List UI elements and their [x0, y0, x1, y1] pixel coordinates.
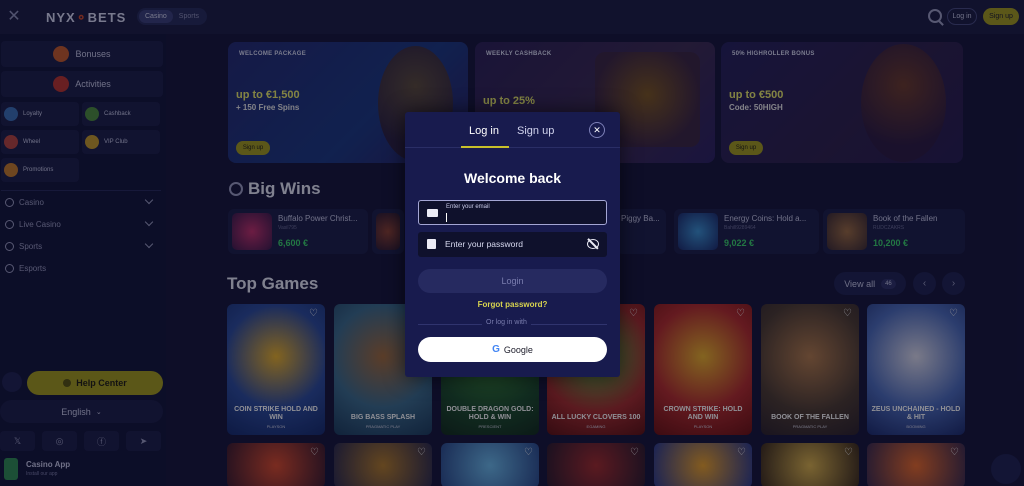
google-login-button[interactable]: G Google	[418, 337, 607, 362]
password-placeholder: Enter your password	[445, 239, 523, 249]
forgot-password-link[interactable]: Forgot password?	[405, 300, 620, 309]
tab-login[interactable]: Log in	[469, 125, 499, 137]
tab-signup[interactable]: Sign up	[517, 125, 554, 137]
email-label: Enter your email	[446, 204, 490, 210]
envelope-icon	[427, 209, 438, 217]
auth-tabs: Log in Sign up	[405, 112, 620, 148]
active-tab-indicator	[461, 146, 509, 148]
login-submit-button[interactable]: Login	[418, 269, 607, 293]
google-icon: G	[492, 344, 500, 355]
login-modal: Log in Sign up ✕ Welcome back Enter your…	[405, 112, 620, 377]
text-caret	[446, 213, 447, 222]
eye-off-icon[interactable]	[587, 239, 599, 249]
email-field[interactable]: Enter your email	[418, 200, 607, 225]
close-icon[interactable]: ✕	[589, 122, 605, 138]
google-label: Google	[503, 344, 533, 355]
password-field[interactable]: Enter your password	[418, 232, 607, 257]
or-login-with-text: Or log in with	[482, 319, 531, 326]
lock-icon	[427, 239, 436, 249]
modal-heading: Welcome back	[463, 170, 561, 186]
